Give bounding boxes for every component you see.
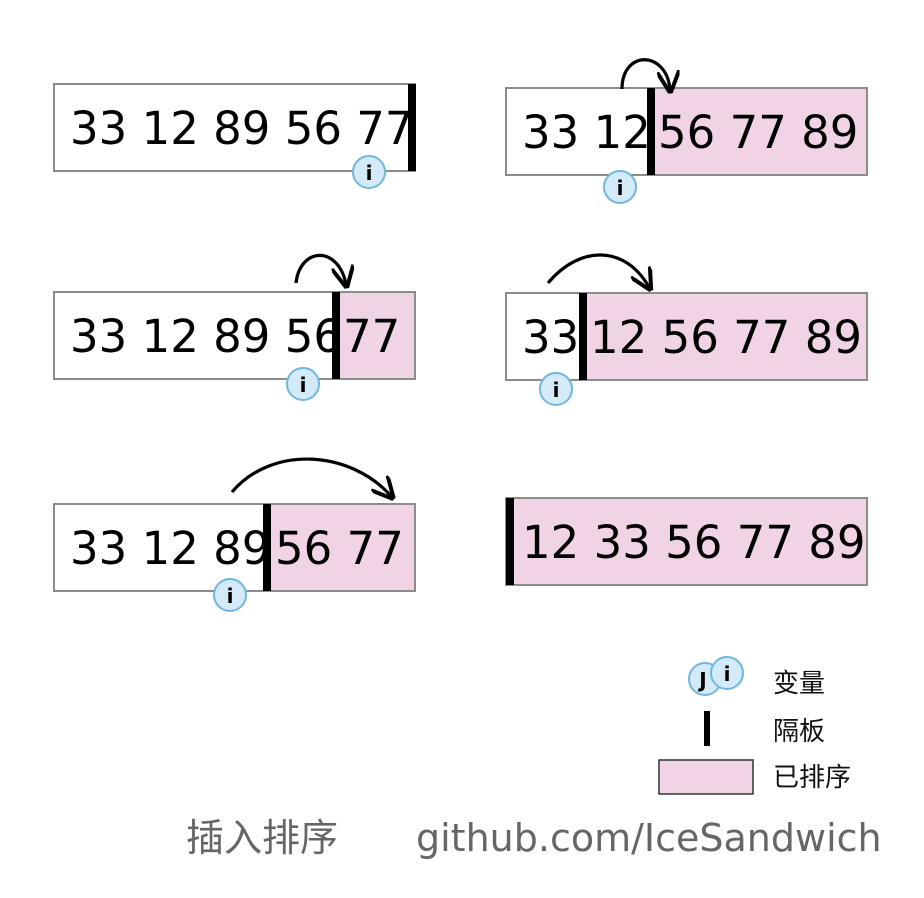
insertion-sort-diagram: 33 12 89 56 77 i 33 12 89 56 77 i 33 12 … bbox=[53, 58, 882, 860]
sorted-values: 77 bbox=[343, 310, 400, 363]
unsorted-values: 33 12 89 bbox=[70, 522, 270, 575]
variable-i-label: i bbox=[227, 584, 234, 608]
move-arrow bbox=[546, 253, 649, 287]
legend-divider-swatch bbox=[704, 711, 710, 746]
move-arrow bbox=[620, 58, 670, 89]
step-1: 33 12 89 56 77 i bbox=[53, 83, 416, 189]
legend-variable-label: 变量 bbox=[773, 669, 825, 699]
legend-sorted-label: 已排序 bbox=[773, 763, 851, 793]
step-5: 33 12 56 77 89 i bbox=[505, 253, 868, 406]
sorted-values: 56 77 89 bbox=[658, 106, 858, 159]
step-4: 33 12 56 77 89 i bbox=[505, 58, 868, 204]
divider bbox=[332, 292, 340, 379]
variable-i-badge: i bbox=[213, 578, 247, 612]
legend-sorted-swatch bbox=[658, 759, 754, 795]
unsorted-values: 33 12 bbox=[522, 106, 651, 159]
legend-divider-label: 隔板 bbox=[773, 717, 825, 747]
step-2: 33 12 89 56 77 i bbox=[53, 253, 416, 401]
variable-j-label: J bbox=[697, 668, 706, 692]
divider bbox=[579, 293, 587, 380]
sorted-values: 12 56 77 89 bbox=[590, 311, 862, 364]
divider bbox=[506, 498, 514, 585]
variable-i-badge: i bbox=[352, 155, 386, 189]
diagram-title: 插入排序 bbox=[186, 816, 338, 860]
unsorted-values: 33 12 89 56 77 bbox=[70, 102, 414, 155]
variable-i-badge: i bbox=[710, 656, 744, 690]
credit-link: github.com/IceSandwich bbox=[416, 816, 882, 860]
variable-i-label: i bbox=[617, 176, 624, 200]
variable-i-label: i bbox=[553, 378, 560, 402]
move-arrow bbox=[294, 253, 346, 284]
divider bbox=[408, 84, 416, 171]
unsorted-values: 33 12 89 56 bbox=[70, 310, 342, 363]
divider bbox=[647, 88, 655, 175]
divider bbox=[263, 504, 271, 591]
legend: J i 变量 隔板 已排序 bbox=[658, 656, 851, 795]
variable-i-badge: i bbox=[539, 372, 573, 406]
variable-i-label: i bbox=[366, 161, 373, 185]
variable-i-badge: i bbox=[286, 367, 320, 401]
unsorted-values: 33 bbox=[522, 311, 579, 364]
step-3: 33 12 89 56 77 i bbox=[53, 457, 416, 612]
step-6: 12 33 56 77 89 bbox=[505, 497, 868, 586]
variable-i-label: i bbox=[300, 373, 307, 397]
variable-i-label: i bbox=[724, 662, 731, 686]
sorted-values: 12 33 56 77 89 bbox=[522, 516, 866, 569]
variable-i-badge: i bbox=[603, 170, 637, 204]
move-arrow bbox=[230, 457, 391, 496]
sorted-values: 56 77 bbox=[275, 522, 404, 575]
